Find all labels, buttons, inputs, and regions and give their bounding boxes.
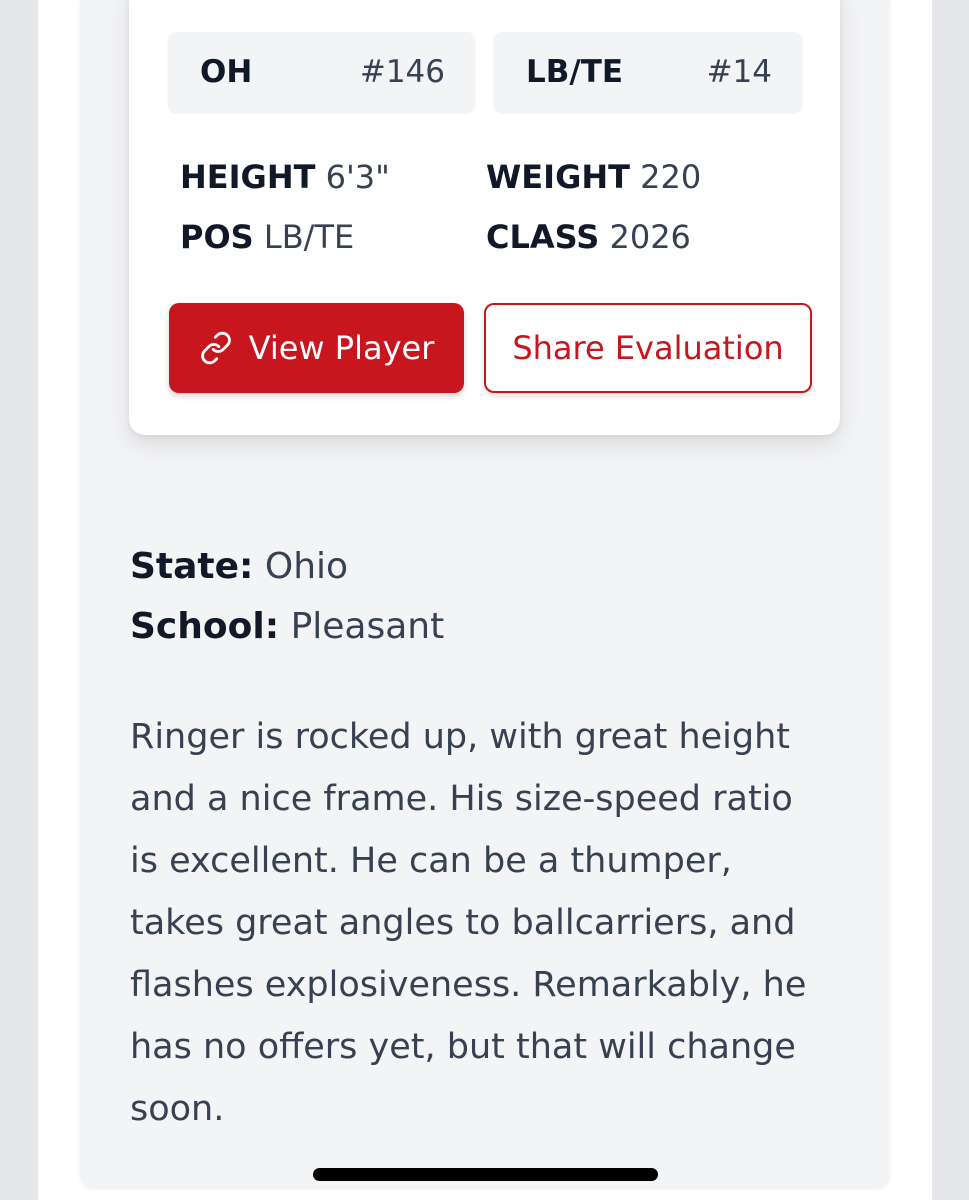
home-indicator[interactable] <box>313 1168 658 1181</box>
stat-height-label: HEIGHT <box>180 158 316 196</box>
link-icon <box>200 331 231 365</box>
stat-weight: WEIGHT 220 <box>486 158 701 196</box>
info-school-label: School: <box>130 606 280 647</box>
state-rank-box: OH #146 <box>168 32 475 112</box>
state-rank-value: #146 <box>359 54 445 90</box>
position-rank-label: LB/TE <box>526 54 624 90</box>
view-player-button[interactable]: View Player <box>169 303 464 393</box>
position-rank-box: LB/TE #14 <box>494 32 802 112</box>
stat-weight-value: 220 <box>640 158 702 196</box>
stat-class-label: CLASS <box>486 218 600 256</box>
evaluation-text: Ringer is rocked up, with great height a… <box>130 717 807 1129</box>
stat-weight-label: WEIGHT <box>486 158 630 196</box>
stat-class-value: 2026 <box>609 218 691 256</box>
share-evaluation-button[interactable]: Share Evaluation <box>484 303 812 393</box>
state-rank-label: OH <box>200 54 253 90</box>
info-school-value: Pleasant <box>290 606 445 647</box>
share-evaluation-label: Share Evaluation <box>512 329 784 367</box>
stat-class: CLASS 2026 <box>486 218 691 256</box>
info-state-label: State: <box>130 546 254 587</box>
view-player-label: View Player <box>248 329 435 367</box>
stat-height-value: 6'3" <box>325 158 390 196</box>
stat-height: HEIGHT 6'3" <box>180 158 390 196</box>
stat-position: POS LB/TE <box>180 218 354 256</box>
info-school: School: Pleasant <box>130 606 444 647</box>
stat-position-label: POS <box>180 218 254 256</box>
info-state: State: Ohio <box>130 546 348 587</box>
position-rank-value: #14 <box>706 54 772 90</box>
stat-position-value: LB/TE <box>263 218 355 256</box>
info-state-value: Ohio <box>264 546 349 587</box>
